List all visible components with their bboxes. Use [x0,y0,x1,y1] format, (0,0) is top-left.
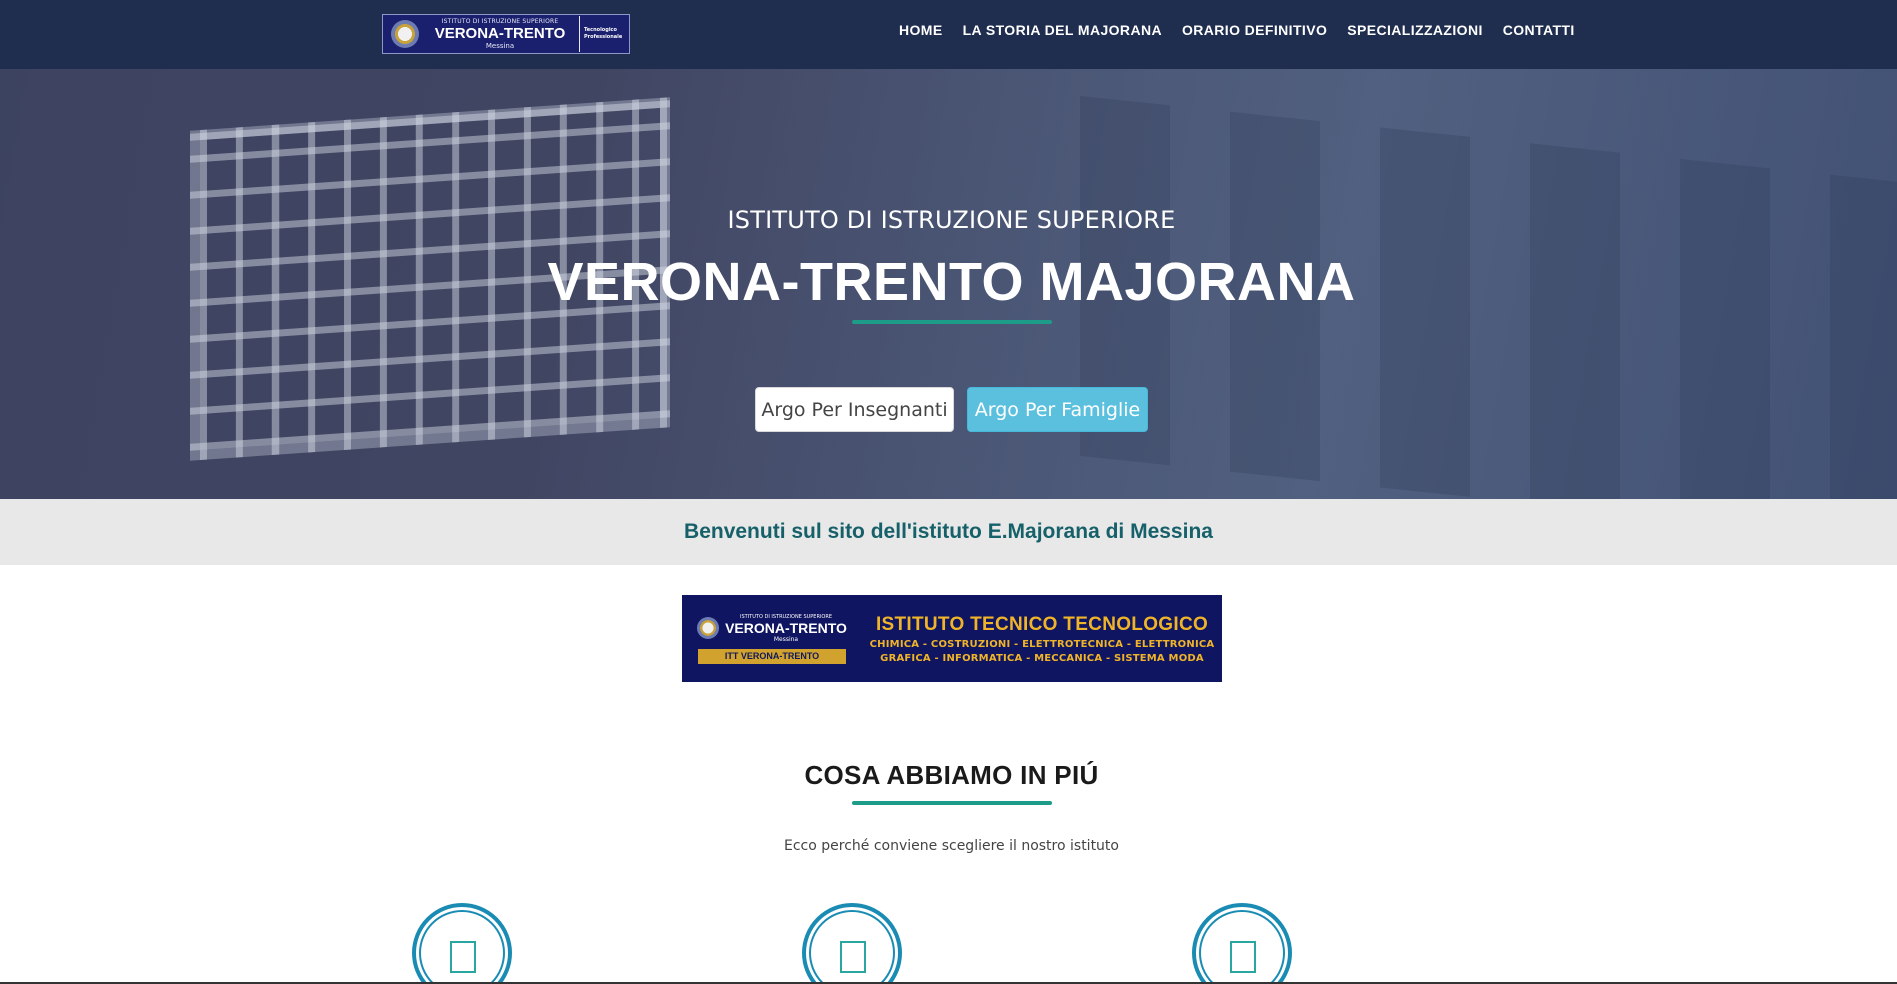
argo-families-button[interactable]: Argo Per Famiglie [967,387,1148,432]
features-title: COSA ABBIAMO IN PIÚ [804,760,1099,790]
argo-teachers-button[interactable]: Argo Per Insegnanti [755,387,954,432]
hero-title-underline [852,320,1052,324]
nav-item-contatti[interactable]: CONTATTI [1503,22,1575,38]
features-title-underline [852,801,1052,805]
nav-item-home[interactable]: HOME [899,22,943,38]
logo-text: ISTITUTO DI ISTRUZIONE SUPERIORE VERONA-… [425,18,575,50]
hero-subtitle: ISTITUTO DI ISTRUZIONE SUPERIORE [727,206,1176,234]
logo-side-line: Professionale [584,34,623,40]
logo-divider [579,16,580,52]
banner-title: ISTITUTO TECNICO TECNOLOGICO [875,613,1209,635]
banner-logo-title: VERONA-TRENTO [725,619,847,636]
features-subtitle: Ecco perché conviene scegliere il nostro… [784,838,1119,854]
feature-icon-circle [1192,903,1292,984]
feature-placeholder-icon [1230,941,1256,973]
site-logo[interactable]: ISTITUTO DI ISTRUZIONE SUPERIORE VERONA-… [382,14,630,54]
banner-tag: ITT VERONA-TRENTO [698,648,846,664]
logo-top-text: ISTITUTO DI ISTRUZIONE SUPERIORE [441,18,559,25]
nav-item-orario[interactable]: ORARIO DEFINITIVO [1182,22,1327,38]
feature-icon-circle [802,903,902,984]
banner-specializations-line: GRAFICA - INFORMATICA - MECCANICA - SIST… [880,652,1204,664]
banner-logo: ISTITUTO DI ISTRUZIONE SUPERIORE VERONA-… [682,595,862,682]
main-nav: HOME LA STORIA DEL MAJORANA ORARIO DEFIN… [899,22,1575,38]
republic-emblem-icon [697,617,720,639]
hero-title: VERONA-TRENTO MAJORANA [547,252,1356,312]
banner-logo-row: ISTITUTO DI ISTRUZIONE SUPERIORE VERONA-… [697,614,847,643]
welcome-text: Benvenuti sul sito dell'istituto E.Major… [684,520,1213,543]
feature-placeholder-icon [840,941,866,973]
logo-side-line: Tecnologico [584,27,617,33]
welcome-strip: Benvenuti sul sito dell'istituto E.Major… [0,499,1897,565]
logo-city: Messina [485,42,515,50]
banner-logo-text: ISTITUTO DI ISTRUZIONE SUPERIORE VERONA-… [725,614,847,643]
feature-icon-circle [412,903,512,984]
banner-specializations-line: CHIMICA - COSTRUZIONI - ELETTROTECNICA -… [869,638,1215,650]
logo-title: VERONA-TRENTO [434,25,566,42]
itt-banner[interactable]: ISTITUTO DI ISTRUZIONE SUPERIORE VERONA-… [682,595,1222,682]
navbar: ISTITUTO DI ISTRUZIONE SUPERIORE VERONA-… [0,0,1897,69]
logo-side-text: Tecnologico Professionale [584,27,622,41]
nav-item-specializzazioni[interactable]: SPECIALIZZAZIONI [1347,22,1483,38]
banner-logo-city: Messina [773,635,799,643]
hero-section: ISTITUTO DI ISTRUZIONE SUPERIORE VERONA-… [0,69,1897,499]
nav-item-storia[interactable]: LA STORIA DEL MAJORANA [963,22,1162,38]
feature-placeholder-icon [450,941,476,973]
republic-emblem-icon [391,20,419,48]
banner-text: ISTITUTO TECNICO TECNOLOGICO CHIMICA - C… [862,614,1222,664]
